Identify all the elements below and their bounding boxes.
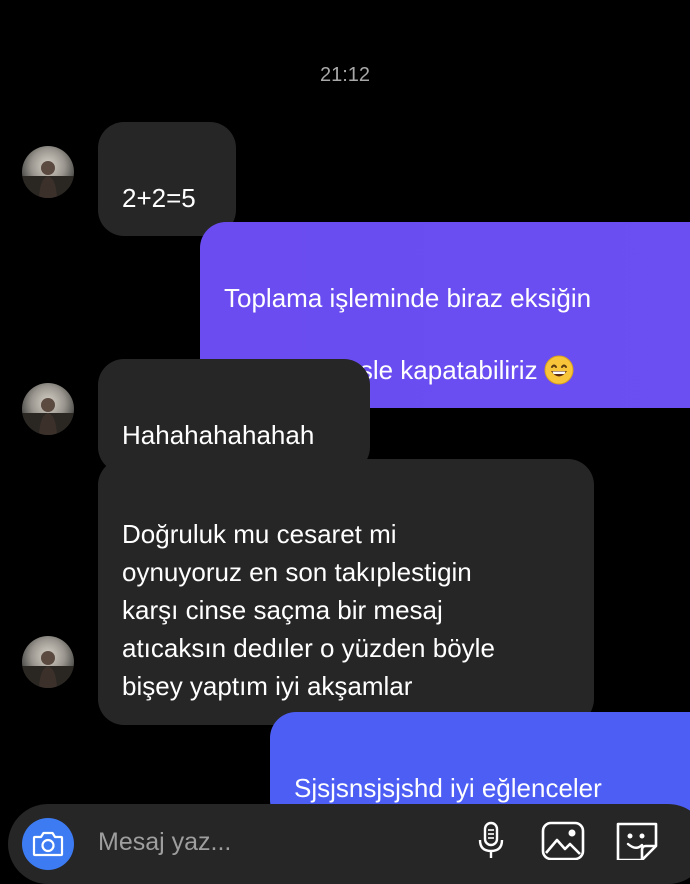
contact-avatar[interactable] xyxy=(22,146,74,198)
grinning-smiling-eyes-emoji-icon xyxy=(544,317,574,385)
contact-avatar[interactable] xyxy=(22,383,74,435)
message-text: Doğruluk mu cesaret mi oynuyoruz en son … xyxy=(122,519,495,701)
camera-button[interactable] xyxy=(22,818,74,870)
message-text: Sjsjsnsjsjshd iyi eğlenceler xyxy=(294,773,602,803)
microphone-icon[interactable] xyxy=(476,820,506,860)
sticker-icon[interactable] xyxy=(614,820,660,860)
message-text: 2+2=5 xyxy=(122,183,196,213)
incoming-message-bubble[interactable]: 2+2=5 xyxy=(98,122,236,236)
incoming-message-bubble[interactable]: Doğruluk mu cesaret mi oynuyoruz en son … xyxy=(98,459,594,725)
gallery-icon[interactable] xyxy=(540,820,586,860)
contact-avatar[interactable] xyxy=(22,636,74,688)
message-text: Hahahahahahah xyxy=(122,420,315,450)
message-input[interactable] xyxy=(98,828,428,857)
camera-icon xyxy=(32,831,64,857)
incoming-message-bubble[interactable]: Hahahahahahah xyxy=(98,359,370,473)
message-timestamp: 21:12 xyxy=(319,64,371,86)
